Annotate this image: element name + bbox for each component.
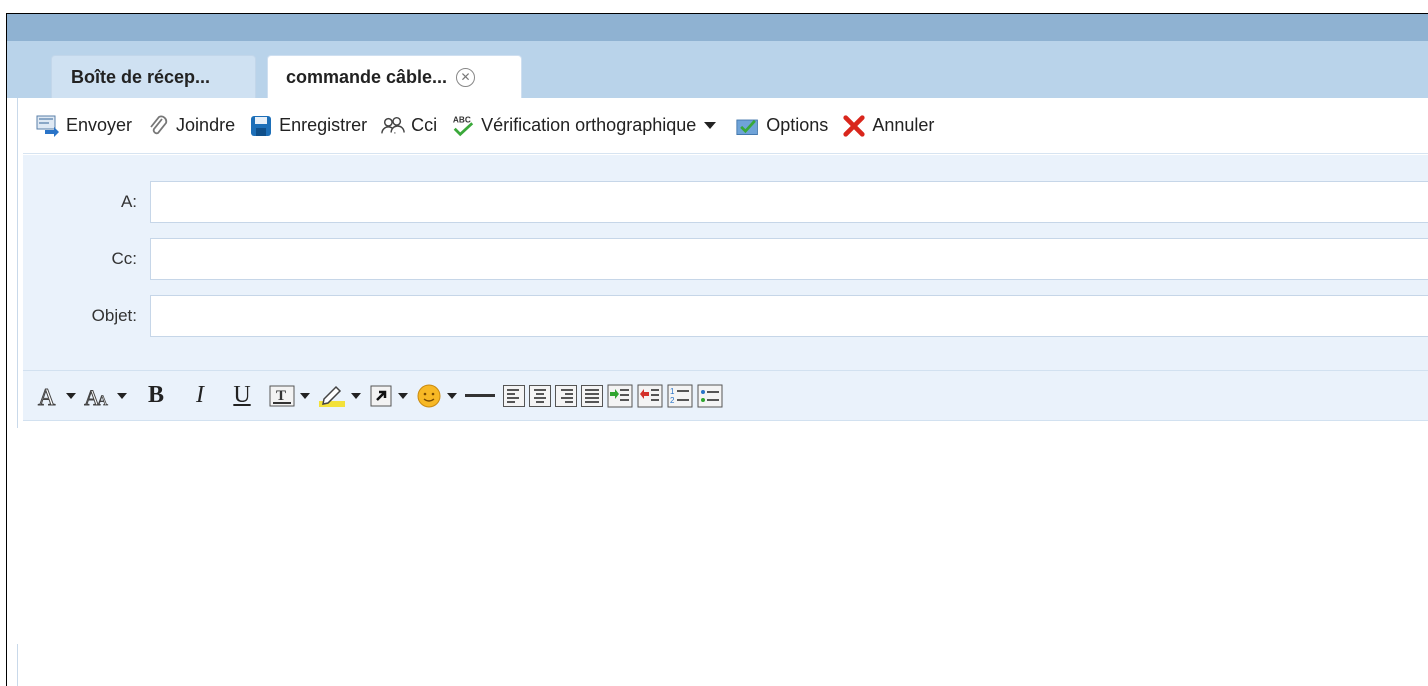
bold-button[interactable]: B (141, 381, 171, 411)
attach-label: Joindre (176, 115, 236, 135)
formatting-toolbar: A AA B I U T 1 2 (23, 370, 1428, 421)
mail-compose-window: Boîte de récep... commande câble... ✕ En… (6, 13, 1428, 686)
to-label: A: (120, 192, 137, 211)
numbered-list-button[interactable]: 12 (667, 381, 693, 411)
highlight-button[interactable] (318, 381, 361, 411)
smiley-icon (417, 384, 441, 407)
subject-field[interactable] (150, 295, 1428, 337)
align-right-icon (555, 384, 577, 407)
save-button[interactable]: Enregistrer (249, 114, 367, 138)
contacts-icon (381, 114, 405, 138)
send-button[interactable]: Envoyer (36, 114, 132, 138)
chevron-down-icon[interactable] (704, 122, 717, 129)
options-label: Options (766, 115, 829, 135)
svg-text:2: 2 (670, 396, 675, 405)
underline-icon: U (233, 382, 251, 408)
emoticon-button[interactable] (416, 381, 457, 411)
indent-icon (607, 384, 633, 407)
message-header-form: A: Cc: Objet: (23, 155, 1428, 370)
cc-row: Cc: (23, 238, 1428, 280)
checklist-icon (736, 114, 760, 138)
link-arrow-icon (370, 385, 392, 406)
align-center-icon (529, 384, 551, 407)
tab-inbox[interactable]: Boîte de récep... (51, 55, 256, 98)
svg-text:1: 1 (670, 387, 675, 396)
close-circle-icon[interactable]: ✕ (456, 67, 476, 87)
horizontal-rule-button[interactable] (465, 381, 495, 411)
paperclip-icon (146, 114, 170, 138)
subject-label: Objet: (91, 306, 137, 325)
send-label: Envoyer (66, 115, 133, 135)
justify-icon (581, 384, 603, 407)
tab-inbox-label: Boîte de récep... (71, 66, 211, 87)
tab-compose[interactable]: commande câble... ✕ (267, 55, 522, 98)
red-x-icon (842, 114, 866, 138)
outdent-icon (637, 384, 663, 407)
indent-button[interactable] (607, 381, 633, 411)
save-label: Enregistrer (279, 115, 368, 135)
svg-text:A: A (38, 385, 56, 409)
bcc-label: Cci (411, 115, 438, 135)
chevron-down-icon (300, 392, 310, 399)
chevron-down-icon (398, 392, 408, 399)
font-size-icon: AA (84, 384, 108, 409)
italic-icon: I (196, 382, 204, 408)
font-size-button[interactable]: AA (84, 381, 127, 411)
insert-link-button[interactable] (369, 381, 408, 411)
tab-compose-label: commande câble... (286, 66, 448, 87)
to-row: A: (23, 181, 1428, 223)
left-divider-lower (17, 644, 18, 686)
highlighter-icon (319, 385, 345, 407)
options-button[interactable]: Options (736, 114, 828, 138)
underline-button[interactable]: U (227, 381, 257, 411)
chevron-down-icon (447, 392, 457, 399)
cc-field[interactable] (150, 238, 1428, 280)
title-bar (7, 14, 1428, 41)
cancel-button[interactable]: Annuler (842, 114, 934, 138)
text-color-icon: T (269, 385, 295, 406)
spellcheck-button[interactable]: ABC Vérification orthographique (451, 114, 717, 138)
chevron-down-icon (66, 392, 76, 399)
bold-icon: B (147, 382, 164, 408)
svg-text:T: T (276, 388, 286, 404)
justify-button[interactable] (581, 381, 603, 411)
numbered-list-icon: 12 (667, 384, 693, 407)
spellcheck-label: Vérification orthographique (481, 115, 697, 135)
italic-button[interactable]: I (185, 381, 215, 411)
left-divider (17, 98, 18, 428)
to-field[interactable] (150, 181, 1428, 223)
message-body-editor[interactable] (23, 422, 1428, 686)
spellcheck-icon: ABC (451, 114, 475, 138)
bcc-button[interactable]: Cci (381, 114, 437, 138)
cc-label: Cc: (111, 249, 138, 268)
chevron-down-icon (351, 392, 361, 399)
send-icon (36, 114, 60, 138)
svg-text:ABC: ABC (453, 114, 471, 124)
font-family-button[interactable]: A (37, 381, 76, 411)
floppy-disk-icon (249, 114, 273, 138)
bullet-list-button[interactable] (697, 381, 723, 411)
cancel-label: Annuler (872, 115, 935, 135)
font-icon: A (38, 384, 57, 409)
attach-button[interactable]: Joindre (146, 114, 235, 138)
svg-text:A: A (97, 393, 108, 409)
align-left-button[interactable] (503, 381, 525, 411)
align-center-button[interactable] (529, 381, 551, 411)
outdent-button[interactable] (637, 381, 663, 411)
align-right-button[interactable] (555, 381, 577, 411)
tab-strip: Boîte de récep... commande câble... ✕ (7, 41, 1428, 98)
bullet-list-icon (697, 384, 723, 407)
horizontal-rule-icon (465, 394, 495, 397)
align-left-icon (503, 384, 525, 407)
subject-row: Objet: (23, 295, 1428, 337)
chevron-down-icon (117, 392, 127, 399)
text-color-button[interactable]: T (269, 381, 310, 411)
compose-toolbar: Envoyer Joindre Enregistrer Cci ABC Véri… (23, 98, 1428, 154)
